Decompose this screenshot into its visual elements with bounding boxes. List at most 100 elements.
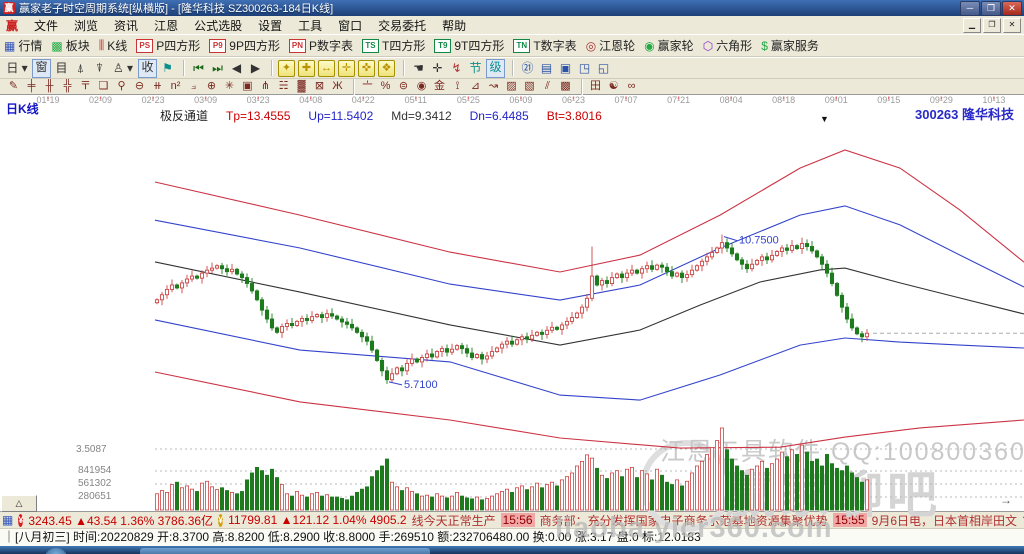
mdi-restore-button[interactable]: ❐ bbox=[983, 18, 1001, 33]
9t-square-button[interactable]: T99T四方形 bbox=[434, 37, 504, 54]
retrace-tool-button[interactable]: 〦 bbox=[360, 80, 375, 93]
first-bar-button[interactable]: ⏮ bbox=[190, 60, 207, 77]
save-icon[interactable]: ◳ bbox=[576, 60, 593, 77]
gann-box-tool-button[interactable]: ▣ bbox=[240, 80, 255, 93]
volume-bar bbox=[800, 445, 803, 510]
prev-bar-button[interactable]: ◀ bbox=[228, 60, 245, 77]
yinyang-tool-button[interactable]: ☯ bbox=[606, 80, 621, 93]
menu-item-江恩[interactable]: 江恩 bbox=[146, 16, 186, 35]
square-number-tool-button[interactable]: n² bbox=[168, 80, 183, 93]
hatch2-tool-button[interactable]: ▧ bbox=[522, 80, 537, 93]
gann-circle-tool-button[interactable]: ⊕ bbox=[204, 80, 219, 93]
price-chart[interactable]: 01-1902-0902-2303-0903-2304-0804-2205-11… bbox=[0, 95, 1024, 511]
x-tick-mark bbox=[783, 97, 785, 100]
scroll-right-arrow[interactable]: → bbox=[1000, 493, 1012, 507]
close-price-icon[interactable]: 收 bbox=[138, 59, 157, 78]
gann-diamond-6-button[interactable]: ❖ bbox=[378, 60, 395, 77]
close-button[interactable]: ✕ bbox=[1002, 1, 1022, 16]
kline-button[interactable]: ⫼K线 bbox=[99, 37, 128, 54]
menu-item-公式选股[interactable]: 公式选股 bbox=[186, 16, 250, 35]
arrow-tool-button[interactable]: ↝ bbox=[486, 80, 501, 93]
flag-icon[interactable]: ⚑ bbox=[159, 60, 176, 77]
volume-bar bbox=[845, 466, 848, 510]
star-lines-tool-button[interactable]: Ж bbox=[330, 80, 345, 93]
winner-service-button[interactable]: $赢家服务 bbox=[761, 37, 819, 54]
golden-section-tool-button[interactable]: 金 bbox=[432, 80, 447, 93]
t-number-table-button[interactable]: TNT数字表 bbox=[513, 37, 576, 54]
p-number-table-button[interactable]: PNP数字表 bbox=[289, 37, 353, 54]
hand-tool-button[interactable]: ☚ bbox=[410, 60, 427, 77]
grid-line-tool-button[interactable]: ╫ bbox=[42, 80, 57, 93]
gann-diamond-4-button[interactable]: ✛ bbox=[338, 60, 355, 77]
last-bar-button[interactable]: ⏭ bbox=[209, 60, 226, 77]
cycle-lines-tool-button[interactable]: ☵ bbox=[276, 80, 291, 93]
matrix-tool-button[interactable]: 田 bbox=[588, 80, 603, 93]
gann-wheel-button[interactable]: ◎江恩轮 bbox=[586, 37, 636, 54]
menu-item-工具[interactable]: 工具 bbox=[290, 16, 330, 35]
hline-tool-button[interactable]: ╪ bbox=[24, 80, 39, 93]
9p-square-button[interactable]: P99P四方形 bbox=[209, 37, 280, 54]
gann-diamond-3-button[interactable]: ↔ bbox=[318, 60, 335, 77]
box-tool-button[interactable]: ❏ bbox=[96, 80, 111, 93]
gann-fan-tool-button[interactable]: ✳ bbox=[222, 80, 237, 93]
infinity-tool-button[interactable]: ∞ bbox=[624, 80, 639, 93]
grid2-tool-button[interactable]: ▩ bbox=[558, 80, 573, 93]
hatch1-tool-button[interactable]: ▨ bbox=[504, 80, 519, 93]
candle-down-icon[interactable]: ⍒ bbox=[91, 60, 108, 77]
p-square-button[interactable]: PSP四方形 bbox=[136, 37, 200, 54]
pencil-tool-button[interactable]: ✎ bbox=[6, 80, 21, 93]
collapse-pane-button[interactable]: △ bbox=[1, 495, 37, 512]
festival-icon[interactable]: 节 bbox=[467, 60, 484, 77]
channel-tool-button[interactable]: 〒 bbox=[78, 80, 93, 93]
candle-style-dropdown[interactable]: ♙ ▾ bbox=[110, 60, 136, 77]
crosshair-tool-button[interactable]: ✛ bbox=[429, 60, 446, 77]
ruler-tool-button[interactable]: ⧺ bbox=[150, 80, 165, 93]
calculator-icon[interactable]: ▤ bbox=[538, 60, 555, 77]
calendar-icon[interactable]: ㉑ bbox=[519, 60, 536, 77]
delete-tool-button[interactable]: ⊠ bbox=[312, 80, 327, 93]
triangle-tool-button[interactable]: ⊿ bbox=[468, 80, 483, 93]
sectors-button[interactable]: ▩板块 bbox=[51, 37, 89, 54]
next-bar-button[interactable]: ▶ bbox=[247, 60, 264, 77]
candle-body bbox=[360, 332, 363, 336]
level-icon[interactable]: 级 bbox=[486, 59, 505, 78]
winner-wheel-button[interactable]: ◉赢家轮 bbox=[644, 37, 694, 54]
gann-diamond-2-button[interactable]: ✚ bbox=[298, 60, 315, 77]
zigzag-tool-button[interactable]: ↯ bbox=[448, 60, 465, 77]
menu-item-文件[interactable]: 文件 bbox=[26, 16, 66, 35]
angle-tool-button[interactable]: ⟓ bbox=[186, 80, 201, 93]
golden-circle-tool-button[interactable]: ◉ bbox=[414, 80, 429, 93]
shade-tool-button[interactable]: ▓ bbox=[294, 80, 309, 93]
t-square-button[interactable]: TST四方形 bbox=[362, 37, 425, 54]
print-icon[interactable]: ◱ bbox=[595, 60, 612, 77]
gann-diamond-5-button[interactable]: ✜ bbox=[358, 60, 375, 77]
menu-item-资讯[interactable]: 资讯 bbox=[106, 16, 146, 35]
mdi-minimize-button[interactable]: ▁ bbox=[963, 18, 981, 33]
hexagon-button[interactable]: ⬡六角形 bbox=[703, 37, 753, 54]
percent-tool-button[interactable]: % bbox=[378, 80, 393, 93]
quotes-button[interactable]: ▦行情 bbox=[4, 37, 42, 54]
multi-line-tool-button[interactable]: ╬ bbox=[60, 80, 75, 93]
mdi-close-button[interactable]: ✕ bbox=[1003, 18, 1021, 33]
taskbar-app-button[interactable] bbox=[140, 548, 430, 554]
ellipse-tool-button[interactable]: ⊖ bbox=[132, 80, 147, 93]
gann-diamond-1-button[interactable]: ✦ bbox=[278, 60, 295, 77]
speed-lines-tool-button[interactable]: ⫽ bbox=[540, 80, 555, 93]
measure-tool-button[interactable]: ⚲ bbox=[114, 80, 129, 93]
percent-circle-tool-button[interactable]: ⊜ bbox=[396, 80, 411, 93]
pitchfork-tool-button[interactable]: ⋔ bbox=[258, 80, 273, 93]
tile-windows-icon[interactable]: 窗 bbox=[32, 59, 51, 78]
candle-up-icon[interactable]: ⍋ bbox=[72, 60, 89, 77]
menu-item-帮助[interactable]: 帮助 bbox=[434, 16, 474, 35]
menu-item-浏览[interactable]: 浏览 bbox=[66, 16, 106, 35]
period-dropdown[interactable]: 日 ▾ bbox=[4, 60, 30, 77]
candle-body bbox=[740, 260, 743, 264]
menu-item-交易委托[interactable]: 交易委托 bbox=[370, 16, 434, 35]
notes-icon[interactable]: ▣ bbox=[557, 60, 574, 77]
menu-item-设置[interactable]: 设置 bbox=[250, 16, 290, 35]
menu-item-窗口[interactable]: 窗口 bbox=[330, 16, 370, 35]
list-view-icon[interactable]: 目 bbox=[53, 60, 70, 77]
minimize-button[interactable]: ─ bbox=[960, 1, 980, 16]
maximize-button[interactable]: ❐ bbox=[981, 1, 1001, 16]
time-ruler-tool-button[interactable]: ⟟ bbox=[450, 80, 465, 93]
